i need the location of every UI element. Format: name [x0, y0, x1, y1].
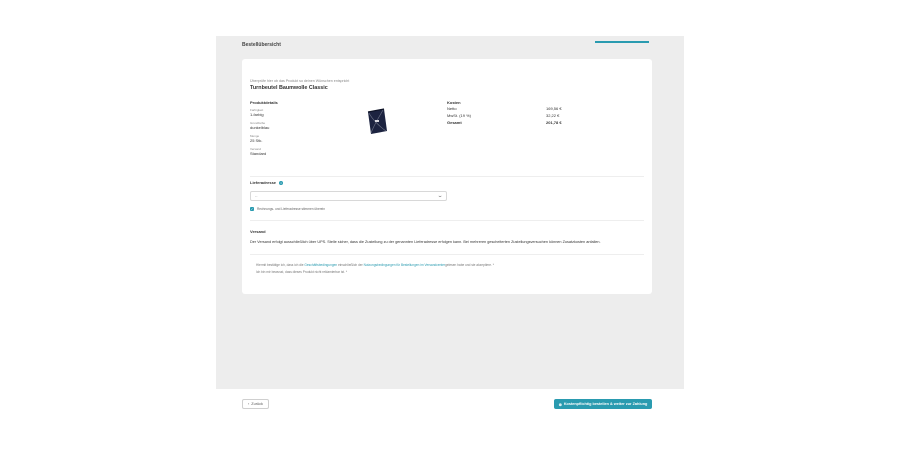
checkout-panel: Bestellübersicht Überprüfe hier ob das P…: [216, 36, 684, 389]
cost-label: MwSt. (19 %): [447, 113, 472, 118]
detail-value: 1-farbig: [250, 112, 264, 117]
cost-amount: 169,56 €: [546, 106, 562, 111]
terms-line-1: Hiermit bestätige ich, dass ich die Gesc…: [256, 262, 494, 269]
terms-line-2: Ich bin mir bewusst, dass dieses Produkt…: [256, 270, 348, 274]
order-and-pay-button[interactable]: ⊛ Kostenpflichtig bestellen & weiter zur…: [554, 399, 652, 409]
detail-item: Grundfarbe dunkelblau: [250, 121, 350, 131]
order-summary-card: Überprüfe hier ob das Produkt so deinen …: [242, 59, 652, 294]
info-icon[interactable]: i: [279, 180, 284, 185]
detail-item: Versand Standard: [250, 147, 350, 157]
cost-row-vat: MwSt. (19 %) 32,22 €: [447, 112, 567, 119]
check-circle-icon: ⊛: [558, 402, 562, 407]
address-title: Lieferadresse: [250, 180, 277, 185]
chevron-down-icon: ⌄: [436, 193, 443, 199]
product-name: Turnbeutel Baumwolle Classic: [250, 85, 328, 91]
same-address-checkbox[interactable]: ✓: [250, 207, 254, 211]
cost-label: Gesamt: [447, 120, 462, 125]
drawstring-bag-icon: [367, 108, 387, 134]
terms-link[interactable]: Geschäftsbedingungen: [304, 263, 337, 267]
product-hint: Überprüfe hier ob das Produkt so deinen …: [250, 79, 350, 83]
cost-label: Netto: [447, 106, 457, 111]
detail-value: Standard: [250, 151, 267, 156]
address-select-value: --: [255, 194, 258, 198]
page-title: Bestellübersicht: [242, 42, 281, 48]
usage-terms-link[interactable]: Nutzungsbedingungen für Bestellungen im …: [364, 263, 446, 267]
same-address-option[interactable]: ✓ Rechnungs- und Lieferadresse stimmen ü…: [250, 207, 325, 211]
back-button[interactable]: ‹ Zurück: [242, 399, 269, 409]
cost-summary: Kosten Netto 169,56 € MwSt. (19 %) 32,22…: [447, 100, 567, 126]
product-details: Produktdetails Farbigkeit 1-farbig Grund…: [250, 100, 350, 157]
cost-row-total: Gesamt 201,78 €: [447, 119, 567, 126]
detail-value: 25 Stk.: [250, 138, 263, 143]
terms-text: Hiermit bestätige ich, dass ich die: [256, 263, 304, 267]
detail-value: dunkelblau: [250, 125, 270, 130]
product-details-title: Produktdetails: [250, 100, 278, 105]
cost-row-net: Netto 169,56 €: [447, 105, 567, 112]
progress-bar: [595, 41, 649, 43]
divider: [250, 254, 644, 255]
detail-item: Farbigkeit 1-farbig: [250, 108, 350, 118]
cost-amount: 201,78 €: [546, 120, 562, 125]
address-select[interactable]: -- ⌄: [250, 191, 447, 201]
same-address-label: Rechnungs- und Lieferadresse stimmen übe…: [257, 207, 326, 211]
progress-bar-fill: [595, 41, 649, 43]
chevron-left-icon: ‹: [248, 402, 250, 406]
detail-item: Menge 25 Stk.: [250, 134, 350, 144]
back-button-label: Zurück: [251, 402, 263, 406]
shipping-title: Versand: [250, 229, 266, 234]
address-title-row: Lieferadresse i: [250, 180, 284, 185]
cost-amount: 32,22 €: [546, 113, 560, 118]
divider: [250, 220, 644, 221]
order-button-label: Kostenpflichtig bestellen & weiter zur Z…: [563, 402, 648, 406]
terms-consent: Hiermit bestätige ich, dass ich die Gesc…: [256, 262, 494, 276]
terms-text: gelesen habe und sie akzeptiere. *: [445, 263, 495, 267]
terms-text: einschließlich der: [338, 263, 363, 267]
shipping-text: Der Versand erfolgt ausschließlich über …: [250, 240, 601, 244]
divider: [250, 176, 644, 177]
